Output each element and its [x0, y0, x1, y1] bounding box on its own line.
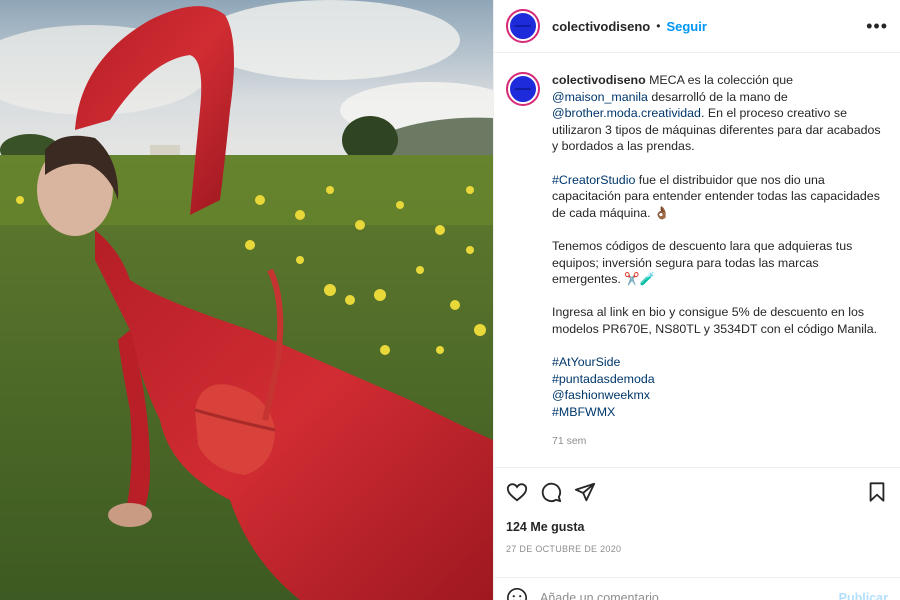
caption-paragraph-1: colectivodiseno MECA es la colección que… — [552, 72, 888, 155]
caption-text-1a: MECA es la colección que — [645, 73, 794, 87]
caption-paragraph-3: Tenemos códigos de descuento lara que ad… — [552, 238, 853, 287]
caption-paragraph-2: #CreatorStudio fue el distribuidor que n… — [552, 172, 888, 222]
actions-section: 124 Me gusta 27 DE OCTUBRE DE 2020 — [494, 467, 900, 554]
caption-paragraph-4: Ingresa al link en bio y consigue 5% de … — [552, 305, 878, 336]
avatar[interactable] — [506, 9, 540, 43]
hashtag-link[interactable]: #AtYourSide — [552, 355, 620, 369]
caption-username[interactable]: colectivodiseno — [552, 73, 646, 87]
bookmark-icon[interactable] — [866, 481, 888, 503]
more-icon[interactable]: ••• — [866, 17, 888, 35]
caption-text-1b: desarrolló de la mano de — [647, 89, 788, 104]
caption: colectivodiseno MECA es la colección que… — [552, 72, 888, 467]
caption-hashtags: #AtYourSide #puntadasdemoda @fashionweek… — [552, 354, 888, 420]
hashtag-link[interactable]: #MBFWMX — [552, 405, 615, 419]
share-icon[interactable] — [574, 481, 596, 503]
caption-avatar[interactable] — [506, 72, 540, 106]
publish-button[interactable]: Publicar — [839, 591, 888, 600]
separator-dot: • — [656, 19, 661, 33]
post-panel: colectivodiseno • Seguir ••• colectivodi… — [493, 0, 900, 600]
likes-count[interactable]: 124 Me gusta — [506, 520, 888, 534]
mention-link[interactable]: @brother.moda.creatividad — [552, 106, 701, 120]
hashtag-link[interactable]: #puntadasdemoda — [552, 372, 655, 386]
caption-timestamp[interactable]: 71 sem — [552, 433, 888, 450]
comment-input[interactable] — [540, 590, 839, 600]
hashtag-link[interactable]: #CreatorStudio — [552, 173, 635, 187]
post-image — [0, 0, 493, 600]
post-header: colectivodiseno • Seguir ••• — [494, 0, 900, 53]
caption-area: colectivodiseno MECA es la colección que… — [494, 54, 900, 467]
comment-icon[interactable] — [540, 481, 562, 503]
heart-icon[interactable] — [506, 481, 528, 503]
follow-button[interactable]: Seguir — [666, 19, 706, 34]
emoji-icon[interactable] — [506, 587, 528, 600]
mention-link[interactable]: @maison_manila — [552, 90, 648, 104]
mention-link[interactable]: @fashionweekmx — [552, 388, 650, 402]
action-icons — [506, 468, 888, 516]
post-date[interactable]: 27 DE OCTUBRE DE 2020 — [506, 544, 888, 554]
author-username[interactable]: colectivodiseno — [552, 19, 650, 34]
post-photo[interactable] — [0, 0, 493, 600]
comment-bar: Publicar — [494, 577, 900, 600]
